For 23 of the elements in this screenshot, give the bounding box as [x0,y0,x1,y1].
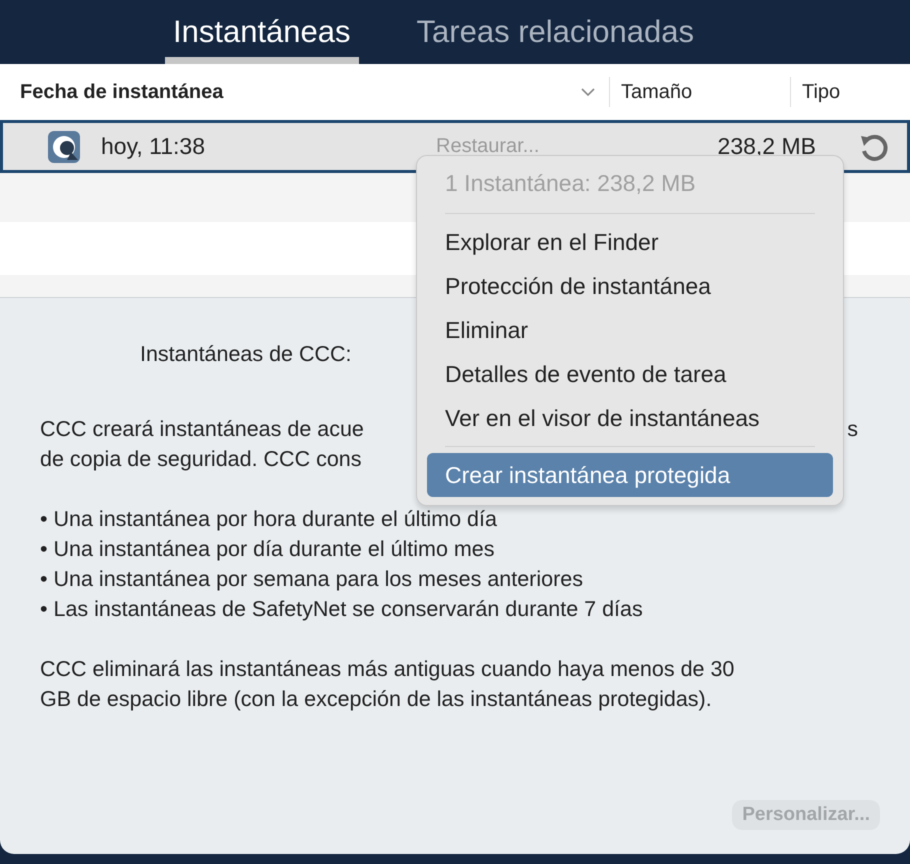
menu-item[interactable]: Detalles de evento de tarea [427,352,833,396]
body-text: • Las instantáneas de SafetyNet se conservarán durante 7 días [40,596,643,623]
section-heading: Instantáneas de CCC: [140,342,352,367]
app-icon [47,130,81,164]
body-text: • Una instantánea por día durante el último mes [40,536,495,563]
table-cell-text: hoy, 11:38 [101,133,206,160]
menu-item[interactable]: Eliminar [427,308,833,352]
tab[interactable]: Tareas relacionadas [408,0,702,64]
body-text: • Una instantánea por semana para los meses anteriores [40,566,583,593]
body-text: de copia de seguridad. CCC cons [40,446,362,473]
column-header[interactable]: Tipo [802,80,840,104]
column-header[interactable]: Fecha de instantánea [20,80,224,104]
chevron-down-icon[interactable] [581,88,595,96]
menu-item[interactable]: Ver en el visor de instantáneas [427,396,833,440]
body-text: s [847,416,858,443]
menu-item[interactable]: Crear instantánea protegida [427,453,833,497]
body-text: CCC creará instantáneas de acue [40,416,364,443]
column-header[interactable]: Tamaño [621,80,692,104]
body-text: • Una instantánea por hora durante el último día [40,506,497,533]
table-cell-text: 238,2 MB [716,133,816,160]
menu-item[interactable]: Protección de instantánea [427,264,833,308]
body-text: GB de espacio libre (con la excepción de las instantáneas protegidas). [40,686,712,713]
body-text: CCC eliminará las instantáneas más antiguas cuando haya menos de 30 [40,656,734,683]
